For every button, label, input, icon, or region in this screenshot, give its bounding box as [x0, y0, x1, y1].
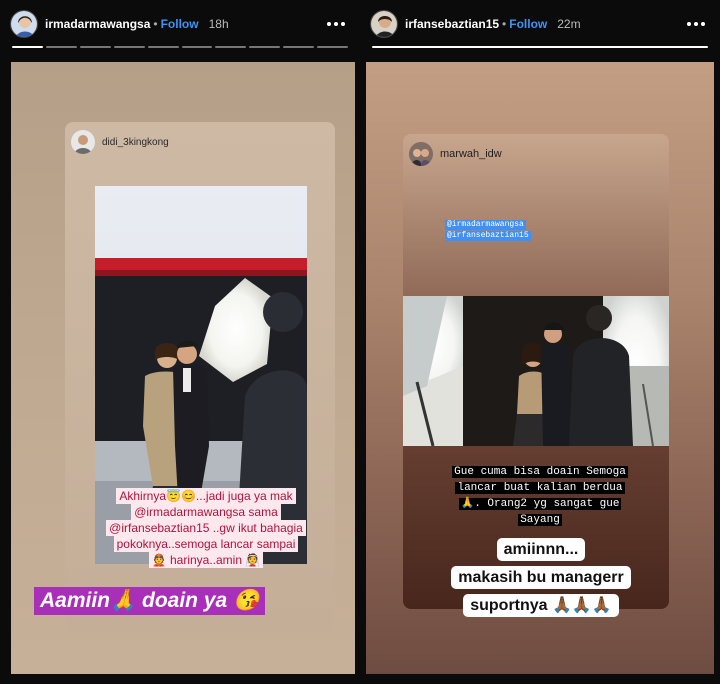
- story-content[interactable]: didi_3kingkong Akhirnya😇😊...jadi juga ya…: [11, 62, 355, 674]
- caption-line: pokoknya..semoga lancar sampai: [113, 536, 299, 552]
- reply-line: suportnya 🙏🏾🙏🏾🙏🏾: [463, 594, 619, 617]
- stories-viewer: irmadarmawangsa • Follow 18h didi_3kingk…: [0, 0, 720, 684]
- more-options-icon[interactable]: [684, 12, 708, 36]
- timestamp: 22m: [557, 17, 581, 31]
- caption-line-mention[interactable]: @irfansebaztian15 ..gw ikut bahagia: [106, 520, 306, 536]
- story-progress-bar: [12, 46, 349, 49]
- mini-avatar: [409, 142, 433, 166]
- caption-line-mention[interactable]: @irmadarmawangsa sama: [131, 504, 281, 520]
- progress-segment: [283, 46, 315, 48]
- text-line: 🙏. Orang2 yg sangat gue: [458, 498, 622, 510]
- more-options-icon[interactable]: [324, 12, 348, 36]
- username[interactable]: irfansebaztian15: [405, 17, 499, 31]
- repost-user: didi_3kingkong: [71, 130, 169, 154]
- progress-segment: [147, 46, 179, 48]
- progress-segment: [249, 46, 281, 48]
- separator-dot: •: [502, 17, 507, 31]
- separator-dot: •: [153, 17, 158, 31]
- progress-segment: [45, 46, 77, 48]
- caption-line: 👲 harinya..amin 👰: [148, 552, 264, 568]
- caption-text: Akhirnya😇😊...jadi juga ya mak @irmadarma…: [91, 488, 321, 568]
- progress-segment: [181, 46, 213, 48]
- story-content[interactable]: marwah_idw @irmadarmawangsa @irfansebazt…: [366, 62, 714, 674]
- reply-line: makasih bu managerr: [451, 566, 631, 589]
- text-line: Sayang: [518, 514, 562, 526]
- mention-tag[interactable]: @irmadarmawangsa: [445, 220, 526, 230]
- reply-line: amiinnn...: [496, 538, 586, 561]
- mention-tags: @irmadarmawangsa @irfansebaztian15: [445, 220, 531, 242]
- timestamp: 18h: [208, 17, 229, 31]
- typewriter-text: Gue cuma bisa doain Semoga lancar buat k…: [427, 464, 653, 528]
- story-header: irmadarmawangsa • Follow 18h: [10, 8, 350, 40]
- progress-segment: [79, 46, 111, 48]
- avatar[interactable]: [10, 10, 38, 38]
- repost-user: marwah_idw: [409, 142, 502, 166]
- progress-segment: [317, 46, 349, 48]
- story-panel-left[interactable]: irmadarmawangsa • Follow 18h didi_3kingk…: [0, 0, 360, 684]
- progress-segment: [113, 46, 145, 48]
- text-sticker: Aamiin🙏 doain ya 😘: [34, 587, 266, 615]
- story-progress-bar: [372, 46, 708, 49]
- avatar[interactable]: [370, 10, 398, 38]
- mini-avatar: [71, 130, 95, 154]
- follow-button[interactable]: Follow: [509, 17, 547, 31]
- photo: [403, 296, 669, 446]
- reply-text-sticker: amiinnn... makasih bu managerr suportnya…: [428, 536, 654, 620]
- repost-username: marwah_idw: [440, 148, 502, 160]
- username[interactable]: irmadarmawangsa: [45, 17, 150, 31]
- caption-line: Akhirnya😇😊...jadi juga ya mak: [116, 488, 296, 504]
- repost-username: didi_3kingkong: [102, 136, 169, 148]
- story-panel-right[interactable]: irfansebaztian15 • Follow 22m marwah_idw…: [360, 0, 720, 684]
- progress-segment: [12, 46, 43, 48]
- progress-segment: [215, 46, 247, 48]
- text-line: lancar buat kalian berdua: [455, 482, 625, 494]
- mention-tag[interactable]: @irfansebaztian15: [445, 231, 531, 241]
- follow-button[interactable]: Follow: [161, 17, 199, 31]
- text-line: Gue cuma bisa doain Semoga: [452, 466, 628, 478]
- progress-segment: [372, 46, 708, 48]
- story-header: irfansebaztian15 • Follow 22m: [370, 8, 710, 40]
